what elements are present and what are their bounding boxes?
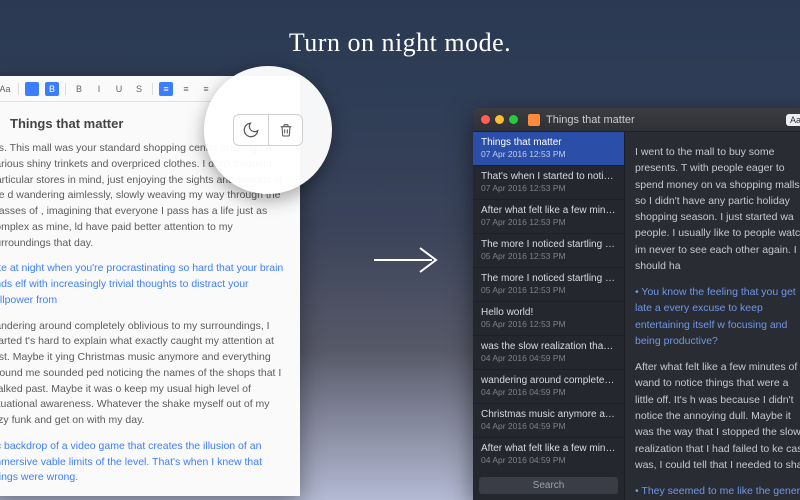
dark-app-window: Things that matter Aa Things that matter… xyxy=(473,108,800,500)
sidebar-note-item[interactable]: After what felt like a few minut...07 Ap… xyxy=(473,200,624,234)
sidebar-note-item[interactable]: That's when I started to notice...07 Apr… xyxy=(473,166,624,200)
magnifier-bubble xyxy=(204,66,332,194)
night-mode-button[interactable] xyxy=(234,115,268,145)
note-title: That's when I started to notice... xyxy=(481,171,616,182)
note-date: 04 Apr 2016 04:59 PM xyxy=(481,353,616,363)
note-date: 05 Apr 2016 12:53 PM xyxy=(481,319,616,329)
italic-button[interactable]: I xyxy=(92,82,106,96)
note-editor[interactable]: I went to the mall to buy some presents.… xyxy=(625,132,800,500)
underline-button[interactable]: U xyxy=(112,82,126,96)
paragraph-accent: late at night when you're procrastinatin… xyxy=(0,261,290,308)
note-title: Christmas music anymore and... xyxy=(481,409,616,420)
note-date: 04 Apr 2016 04:59 PM xyxy=(481,421,616,431)
notes-sidebar: Things that matter07 Apr 2016 12:53 PMTh… xyxy=(473,132,625,500)
promo-stage: Turn on night mode. Aa B B I U S ≡ ≡ ≡ T… xyxy=(0,0,800,500)
paragraph-accent: They seemed to me like the generic b env… xyxy=(635,483,800,500)
note-title: The more I noticed startling si... xyxy=(481,239,616,250)
font-style-button[interactable]: Aa xyxy=(0,82,12,96)
paragraph: vandering around completely oblivious to… xyxy=(0,319,290,429)
notes-list: Things that matter07 Apr 2016 12:53 PMTh… xyxy=(473,132,624,471)
divider xyxy=(152,83,153,95)
note-title: After what felt like a few minut... xyxy=(481,443,616,454)
sidebar-note-item[interactable]: After what felt like a few minut...04 Ap… xyxy=(473,438,624,471)
window-title: Things that matter xyxy=(546,114,780,126)
transition-arrow xyxy=(370,240,450,280)
minimize-icon[interactable] xyxy=(495,115,504,124)
font-b-indicator[interactable]: B xyxy=(45,82,59,96)
sidebar-note-item[interactable]: Things that matter07 Apr 2016 12:53 PM xyxy=(473,132,624,166)
divider xyxy=(18,83,19,95)
trash-icon xyxy=(278,121,294,139)
close-icon[interactable] xyxy=(481,115,490,124)
text-style-button[interactable]: Aa xyxy=(786,114,800,126)
window-content: Things that matter07 Apr 2016 12:53 PMTh… xyxy=(473,132,800,500)
list-button[interactable]: ≡ xyxy=(159,82,173,96)
list-button-3[interactable]: ≡ xyxy=(199,82,213,96)
segmented-control xyxy=(233,114,303,146)
zoom-icon[interactable] xyxy=(509,115,518,124)
sidebar-note-item[interactable]: was the slow realization that I...04 Apr… xyxy=(473,336,624,370)
note-title: The more I noticed startling si... xyxy=(481,273,616,284)
note-title: Hello world! xyxy=(481,307,616,318)
titlebar: Things that matter Aa xyxy=(473,108,800,132)
app-icon xyxy=(528,114,540,126)
sidebar-note-item[interactable]: The more I noticed startling si...05 Apr… xyxy=(473,234,624,268)
window-controls xyxy=(481,115,518,124)
paragraph-accent: You know the feeling that you get late a… xyxy=(635,284,800,349)
list-button-2[interactable]: ≡ xyxy=(179,82,193,96)
paragraph-accent: ric backdrop of a video game that create… xyxy=(0,439,290,486)
sidebar-note-item[interactable]: Christmas music anymore and...04 Apr 201… xyxy=(473,404,624,438)
note-title: After what felt like a few minut... xyxy=(481,205,616,216)
note-date: 04 Apr 2016 04:59 PM xyxy=(481,455,616,465)
strike-button[interactable]: S xyxy=(132,82,146,96)
moon-icon xyxy=(242,121,260,139)
sidebar-note-item[interactable]: The more I noticed startling si...05 Apr… xyxy=(473,268,624,302)
headline: Turn on night mode. xyxy=(0,0,800,58)
sidebar-note-item[interactable]: Hello world!05 Apr 2016 12:53 PM xyxy=(473,302,624,336)
note-date: 07 Apr 2016 12:53 PM xyxy=(481,183,616,193)
toolbar-blue-button-1[interactable] xyxy=(25,82,39,96)
note-date: 05 Apr 2016 12:53 PM xyxy=(481,285,616,295)
note-date: 05 Apr 2016 12:53 PM xyxy=(481,251,616,261)
note-date: 07 Apr 2016 12:53 PM xyxy=(481,149,616,159)
delete-button[interactable] xyxy=(268,115,302,145)
paragraph: I went to the mall to buy some presents.… xyxy=(635,144,800,274)
paragraph: After what felt like a few minutes of wa… xyxy=(635,359,800,473)
sidebar-note-item[interactable]: wandering around completely...04 Apr 201… xyxy=(473,370,624,404)
bold-button[interactable]: B xyxy=(72,82,86,96)
note-title: was the slow realization that I... xyxy=(481,341,616,352)
note-date: 04 Apr 2016 04:59 PM xyxy=(481,387,616,397)
note-date: 07 Apr 2016 12:53 PM xyxy=(481,217,616,227)
document-body[interactable]: nts. This mall was your standard shoppin… xyxy=(0,141,300,496)
note-title: wandering around completely... xyxy=(481,375,616,386)
divider xyxy=(65,83,66,95)
note-title: Things that matter xyxy=(481,137,616,148)
search-field[interactable]: Search xyxy=(479,477,618,494)
